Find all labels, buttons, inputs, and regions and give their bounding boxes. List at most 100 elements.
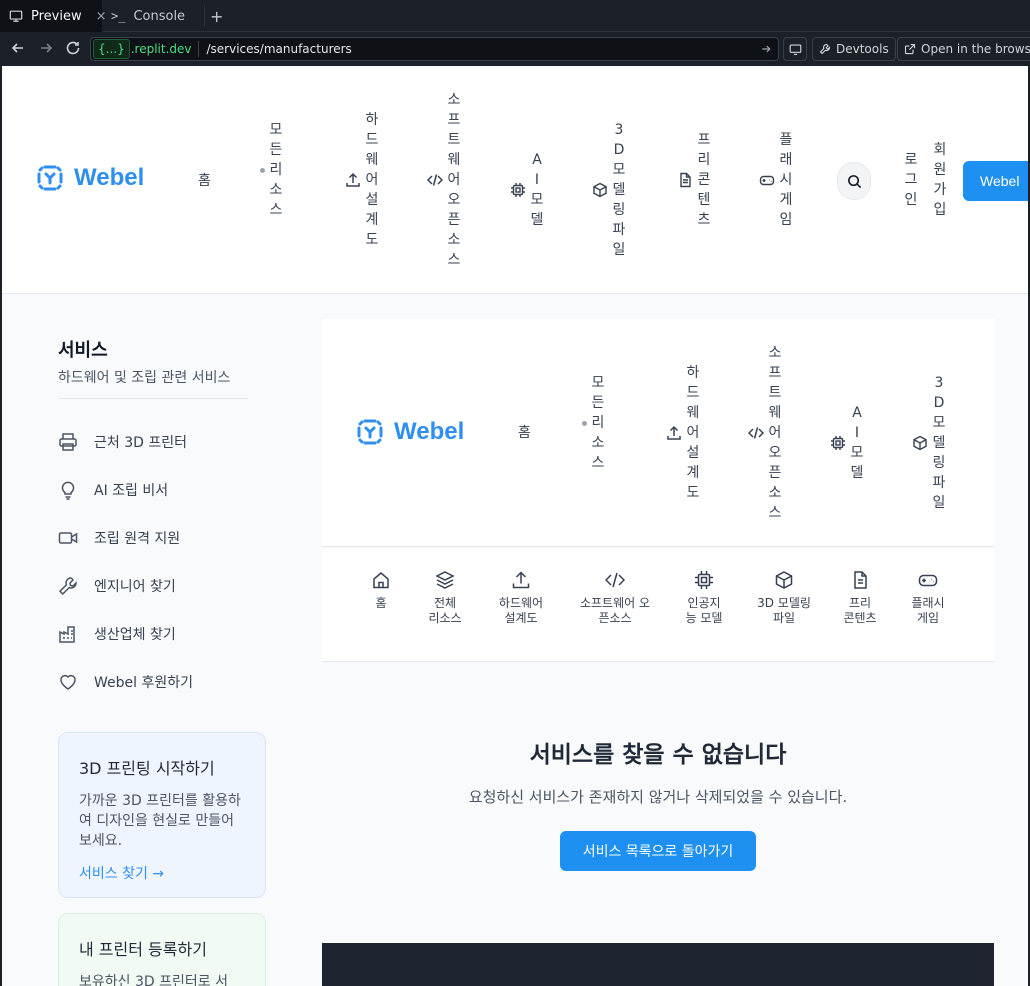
ide-tab-bar: Preview × >_ Console +	[0, 0, 1030, 32]
sidebar-item-label: 엔지니어 찾기	[94, 579, 176, 595]
nav-ai-model-label: AI모델	[530, 152, 544, 228]
nav-hardware[interactable]: 하드웨어설계도	[345, 110, 379, 250]
subnav-3d-files[interactable]: 3D 모델링 파일	[756, 570, 812, 626]
login-link[interactable]: 로그인	[904, 150, 918, 210]
inner-nav-software[interactable]: 소프트웨어오픈소스	[748, 343, 782, 523]
not-found-message: 요청하신 서비스가 존재하지 않거나 삭제되었을 수 있습니다.	[468, 788, 848, 806]
subnav-ai-model[interactable]: 인공지능 모델	[682, 570, 726, 626]
back-to-services-button[interactable]: 서비스 목록으로 돌아가기	[560, 831, 756, 871]
signup-link[interactable]: 회원가입	[933, 140, 947, 220]
preview-viewport: Webel 홈 모든리소스 하드웨어설계도 소프트웨어오픈소스 AI모델 3 D…	[2, 66, 1028, 986]
devtools-button[interactable]: Devtools	[812, 37, 896, 61]
subnav-free-content[interactable]: 프리 콘텐츠	[842, 570, 878, 626]
url-field[interactable]: {...} .replit.dev /services/manufacturer…	[90, 37, 779, 61]
inner-nav-hardware-label: 하드웨어설계도	[686, 365, 700, 501]
code-icon	[748, 425, 764, 441]
cube-icon	[912, 435, 928, 451]
cta-button[interactable]: Webel	[963, 161, 1028, 201]
tab-preview[interactable]: Preview ×	[0, 0, 107, 32]
url-path: /services/manufacturers	[206, 42, 352, 56]
chip-icon	[830, 435, 846, 451]
url-divider	[197, 41, 199, 57]
nav-software[interactable]: 소프트웨어오픈소스	[427, 90, 461, 270]
nav-3d-files-label: 3D모델링파일	[612, 122, 626, 258]
sidebar-item-label: 근처 3D 프린터	[94, 435, 187, 451]
forward-arrow-icon[interactable]	[38, 40, 54, 56]
subnav-label: 인공지능 모델	[685, 596, 723, 625]
subnav-home[interactable]: 홈	[366, 570, 396, 611]
sidebar-title: 서비스	[58, 340, 108, 361]
promo-card-text: 가까운 3D 프린터를 활용하여 디자인을 현실로 만들어보세요.	[79, 793, 241, 849]
external-link-icon	[904, 43, 916, 55]
tab-divider	[204, 6, 205, 26]
back-arrow-icon[interactable]	[10, 40, 26, 56]
inner-nav-hardware[interactable]: 하드웨어설계도	[666, 363, 700, 503]
url-domain: .replit.dev	[130, 42, 192, 56]
printer-icon	[58, 432, 94, 452]
inner-nav-home[interactable]: 홈	[518, 423, 531, 443]
chip-icon	[510, 182, 526, 198]
open-browser-label: Open in the browser	[921, 42, 1030, 56]
inner-site-logo[interactable]: Webel	[356, 418, 464, 446]
tab-console[interactable]: >_ Console	[102, 0, 204, 32]
site-logo[interactable]: Webel	[36, 164, 144, 192]
nav-free-content[interactable]: 프리콘텐츠	[677, 130, 711, 230]
nav-software-label: 소프트웨어오픈소스	[447, 92, 461, 268]
subnav-hardware[interactable]: 하드웨어 설계도	[496, 570, 546, 626]
nav-ai-model[interactable]: AI모델	[510, 150, 544, 230]
inner-nav-all-resources[interactable]: 모든리소스	[582, 373, 605, 473]
cube-icon	[592, 182, 608, 198]
upload-icon	[345, 172, 361, 188]
promo-card-title: 3D 프린팅 시작하기	[79, 759, 215, 778]
inner-nav-ai-model[interactable]: AI모델	[830, 403, 864, 483]
sidebar-item-find-manufacturer[interactable]: 생산업체 찾기	[58, 624, 176, 644]
ide-url-bar: {...} .replit.dev /services/manufacturer…	[0, 32, 1030, 66]
brand-name: Webel	[394, 418, 465, 445]
promo-card-title: 내 프린터 등록하기	[79, 940, 207, 959]
subnav-label: 하드웨어 설계도	[498, 596, 544, 625]
sidebar-subtitle: 하드웨어 및 조립 관련 서비스	[58, 370, 231, 386]
sidebar-item-sponsor[interactable]: Webel 후원하기	[58, 672, 193, 692]
inner-nav-3d-files[interactable]: 3D모델링파일	[912, 373, 946, 513]
find-service-link[interactable]: 서비스 찾기 →	[79, 863, 245, 883]
promo-card-register-printer: 내 프린터 등록하기 보유하신 3D 프린터로 서	[58, 913, 266, 986]
search-button[interactable]	[837, 162, 871, 200]
inner-nav-ai-model-label: AI모델	[850, 405, 864, 481]
inner-nav-home-label: 홈	[518, 425, 531, 441]
login-label: 로그인	[904, 152, 918, 208]
upload-icon	[666, 425, 682, 441]
subnav-label: 전체 리소스	[428, 596, 462, 625]
sidebar-item-nearby-printer[interactable]: 근처 3D 프린터	[58, 432, 187, 452]
sidebar-item-ai-assistant[interactable]: AI 조립 비서	[58, 480, 168, 500]
add-tab-button[interactable]: +	[210, 0, 234, 32]
inner-nav-3d-files-label: 3D모델링파일	[932, 375, 946, 511]
sidebar-divider	[58, 398, 248, 399]
sidebar-item-find-engineer[interactable]: 엔지니어 찾기	[58, 576, 176, 596]
subnav-software[interactable]: 소프트웨어 오픈소스	[576, 570, 654, 626]
nav-home[interactable]: 홈	[198, 171, 211, 191]
promo-card-3d-printing: 3D 프린팅 시작하기 가까운 3D 프린터를 활용하여 디자인을 현실로 만들…	[58, 732, 266, 898]
open-in-browser-button[interactable]: Open in the browser	[897, 37, 1030, 61]
go-arrow-icon[interactable]	[760, 43, 772, 55]
nav-3d-files[interactable]: 3D모델링파일	[592, 120, 626, 260]
reload-icon[interactable]	[65, 40, 81, 56]
inner-nav-software-label: 소프트웨어오픈소스	[768, 345, 782, 521]
category-subnav: 홈 전체 리소스 하드웨어 설계도 소프트웨어 오픈소스 인공지능 모델 3D …	[322, 548, 994, 662]
tab-console-label: Console	[133, 8, 186, 24]
nav-free-content-label: 프리콘텐츠	[697, 132, 711, 228]
dot-icon	[260, 167, 265, 173]
subnav-all-resources[interactable]: 전체 리소스	[427, 570, 463, 626]
subnav-label: 플래시 게임	[911, 596, 945, 625]
dot-icon	[582, 420, 587, 426]
sidebar-item-remote-support[interactable]: 조립 원격 지원	[58, 528, 180, 548]
subnav-flash-games[interactable]: 플래시 게임	[910, 570, 946, 626]
layers-icon	[435, 570, 455, 590]
nav-all-resources[interactable]: 모든리소스	[260, 120, 283, 220]
subnav-label: 홈	[375, 596, 387, 610]
nav-flash-games[interactable]: 플래시게임	[759, 130, 793, 230]
webel-logo-icon	[36, 164, 64, 192]
wrench-icon	[819, 43, 831, 55]
device-preview-button[interactable]	[783, 37, 807, 61]
nav-hardware-label: 하드웨어설계도	[365, 112, 379, 248]
subnav-label: 프리 콘텐츠	[843, 596, 877, 625]
